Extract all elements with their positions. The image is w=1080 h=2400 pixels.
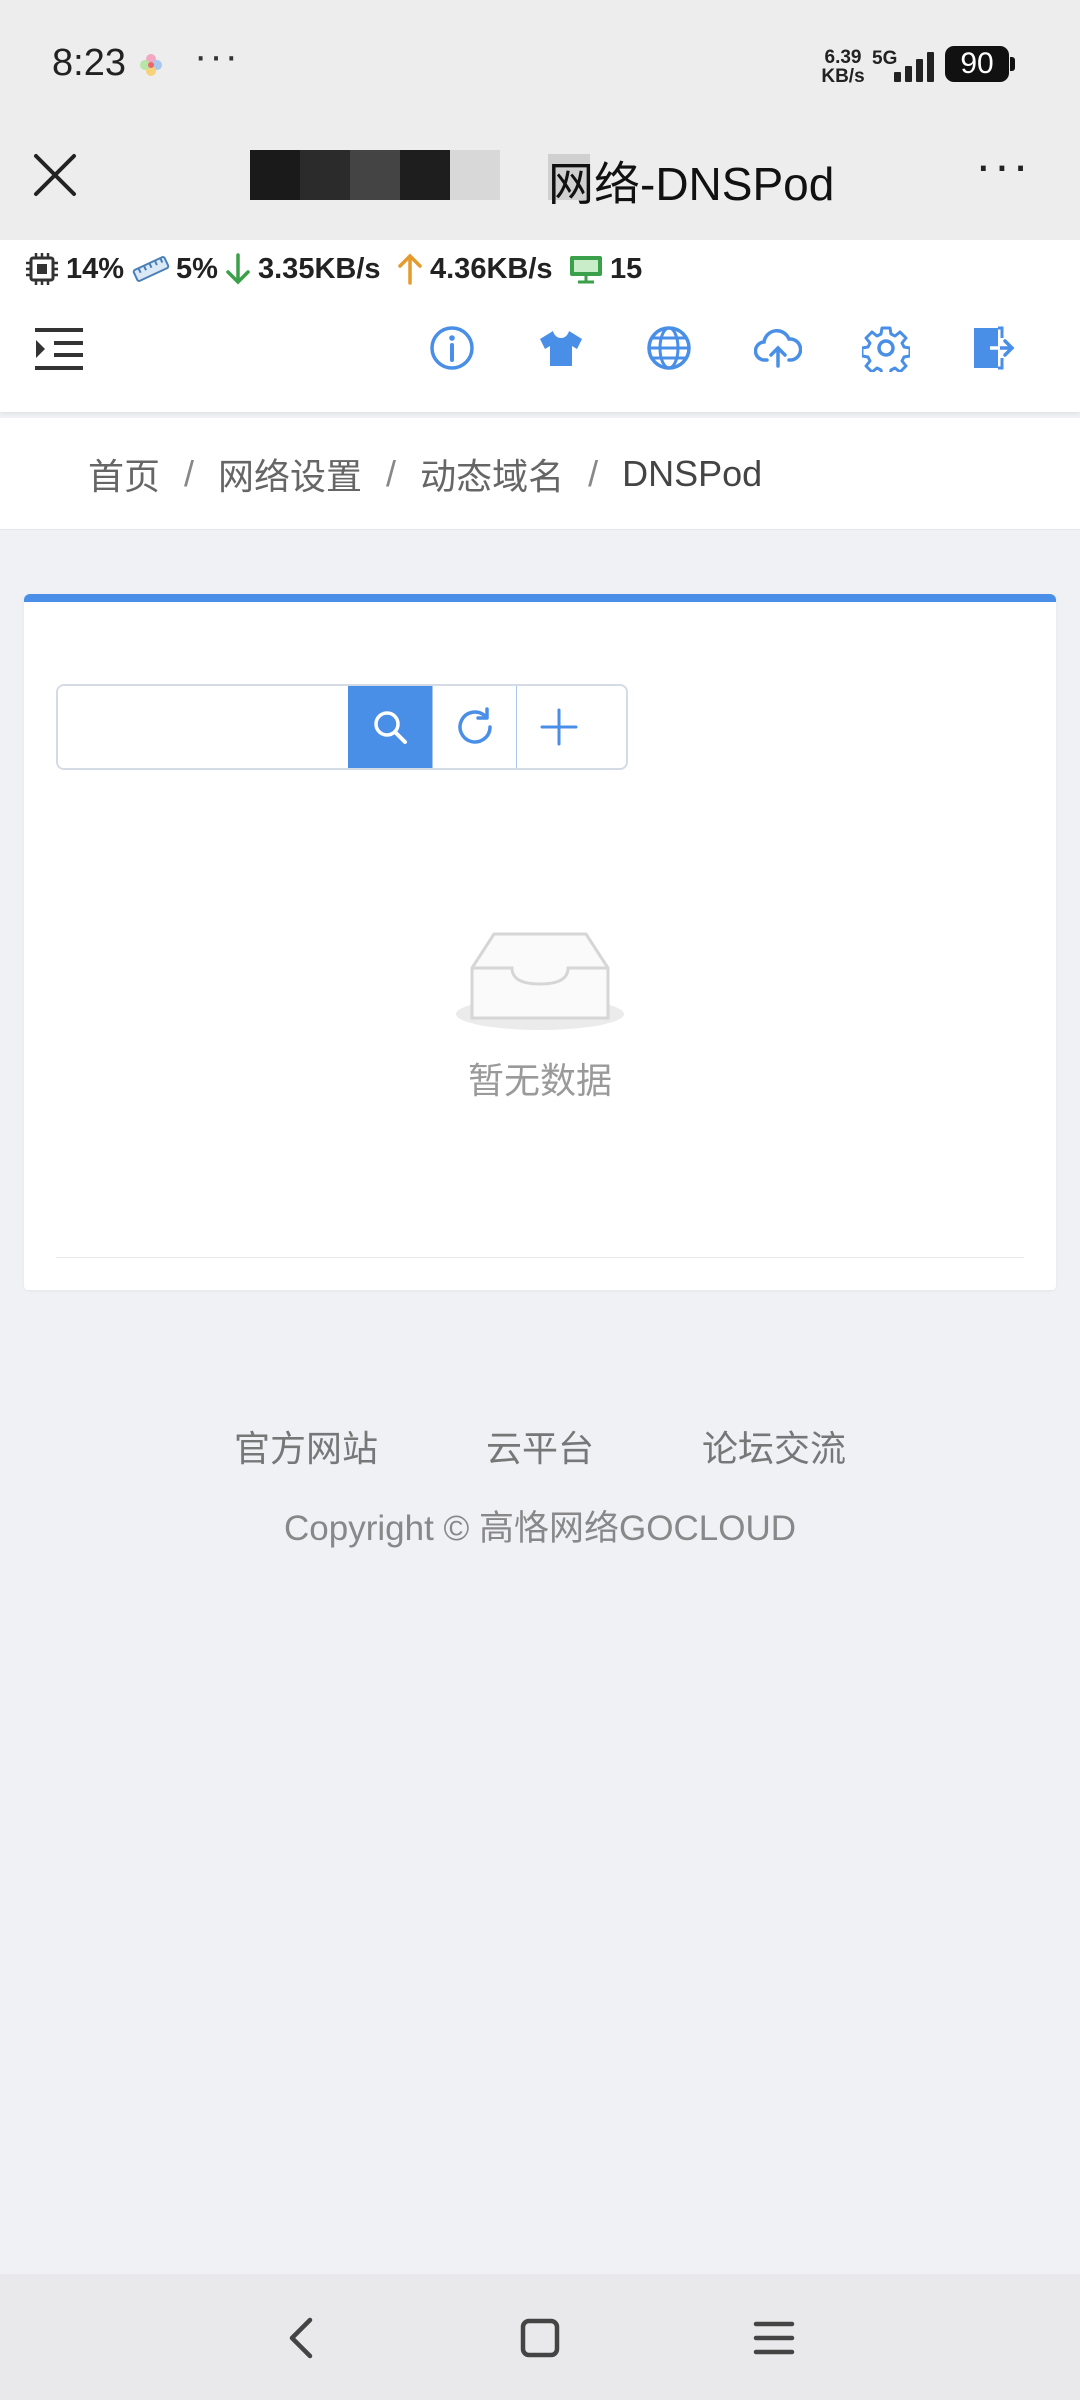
info-icon[interactable] — [428, 324, 476, 372]
empty-text: 暂无数据 — [467, 1060, 612, 1101]
status-time: 8:23 — [52, 42, 126, 84]
cpu-usage: 14% — [24, 250, 124, 288]
content-card: 暂无数据 — [24, 594, 1056, 1290]
memory-usage: 5% — [132, 250, 218, 288]
battery-icon: 90 — [945, 46, 1009, 82]
client-count-value: 15 — [610, 252, 643, 285]
breadcrumb: 首页 / 网络设置 / 动态域名 / DNSPod — [0, 418, 1080, 530]
breadcrumb-current: DNSPod — [622, 452, 763, 494]
more-options-icon[interactable]: ··· — [975, 140, 1035, 190]
gear-icon[interactable] — [862, 324, 910, 372]
breadcrumb-ddns[interactable]: 动态域名 — [420, 448, 564, 500]
arrow-up-icon — [398, 253, 422, 285]
upload-speed: 4.36KB/s — [396, 250, 553, 288]
search-button[interactable] — [348, 686, 432, 768]
monitor-icon — [570, 256, 602, 284]
page-title: 网络-DNSPod — [548, 158, 835, 210]
footer-link-forum[interactable]: 论坛交流 — [702, 1420, 846, 1472]
home-icon[interactable] — [512, 2310, 568, 2366]
app-notification-icon — [140, 54, 162, 76]
breadcrumb-separator: / — [588, 452, 599, 494]
globe-icon[interactable] — [645, 324, 693, 372]
upload-value: 4.36KB/s — [430, 252, 553, 285]
net-speed-unit: KB/s — [821, 66, 865, 87]
webview-title-bar: 网络-DNSPod ··· — [0, 130, 1080, 240]
breadcrumb-separator: / — [184, 452, 195, 494]
recents-menu-icon[interactable] — [746, 2310, 802, 2366]
cpu-icon — [26, 253, 58, 285]
breadcrumb-home[interactable]: 首页 — [88, 448, 160, 500]
back-icon[interactable] — [276, 2310, 332, 2366]
breadcrumb-network-settings[interactable]: 网络设置 — [218, 448, 362, 500]
table-toolbar — [56, 684, 628, 770]
memory-icon — [132, 256, 170, 282]
system-nav-bar — [0, 2274, 1080, 2400]
footer-link-cloud-platform[interactable]: 云平台 — [486, 1420, 594, 1472]
client-count: 15 — [568, 250, 642, 288]
download-value: 3.35KB/s — [258, 252, 381, 285]
search-input[interactable] — [58, 686, 348, 768]
app-header — [0, 296, 1080, 412]
memory-value: 5% — [176, 252, 218, 285]
tshirt-icon[interactable] — [537, 324, 585, 372]
redaction-strip — [498, 240, 608, 254]
search-icon — [374, 711, 407, 744]
arrow-down-icon — [226, 253, 250, 285]
plus-icon — [540, 708, 577, 746]
status-more-icon: ··· — [194, 34, 240, 78]
cpu-value: 14% — [66, 252, 125, 285]
close-icon[interactable] — [30, 150, 80, 200]
empty-inbox-icon — [456, 932, 624, 1030]
net-speed: 6.39 KB/s — [818, 48, 868, 86]
footer-link-official-site[interactable]: 官方网站 — [234, 1420, 378, 1472]
redacted-title-block — [250, 150, 500, 200]
refresh-icon — [457, 707, 492, 744]
menu-toggle-icon[interactable] — [32, 326, 86, 372]
cloud-upload-icon[interactable] — [754, 324, 802, 372]
add-button[interactable] — [516, 686, 600, 768]
signal-icon — [894, 52, 934, 82]
copyright: Copyright © 高恪网络GOCLOUD — [284, 1509, 796, 1548]
table-divider — [56, 1257, 1024, 1258]
system-monitor-bar: 14% 5% 3.35KB/s 4.36KB/s 15 — [0, 240, 1080, 296]
net-speed-value: 6.39 — [824, 47, 862, 68]
logout-icon[interactable] — [968, 324, 1016, 372]
status-bar: 8:23 ··· 6.39 KB/s 5G 90 — [0, 0, 1080, 130]
battery-tip — [1010, 57, 1015, 71]
breadcrumb-separator: / — [386, 452, 397, 494]
refresh-button[interactable] — [432, 686, 516, 768]
empty-state: 暂无数据 — [24, 924, 1056, 1104]
footer-links: 官方网站 云平台 论坛交流 — [0, 1420, 1080, 1472]
download-speed: 3.35KB/s — [224, 250, 381, 288]
